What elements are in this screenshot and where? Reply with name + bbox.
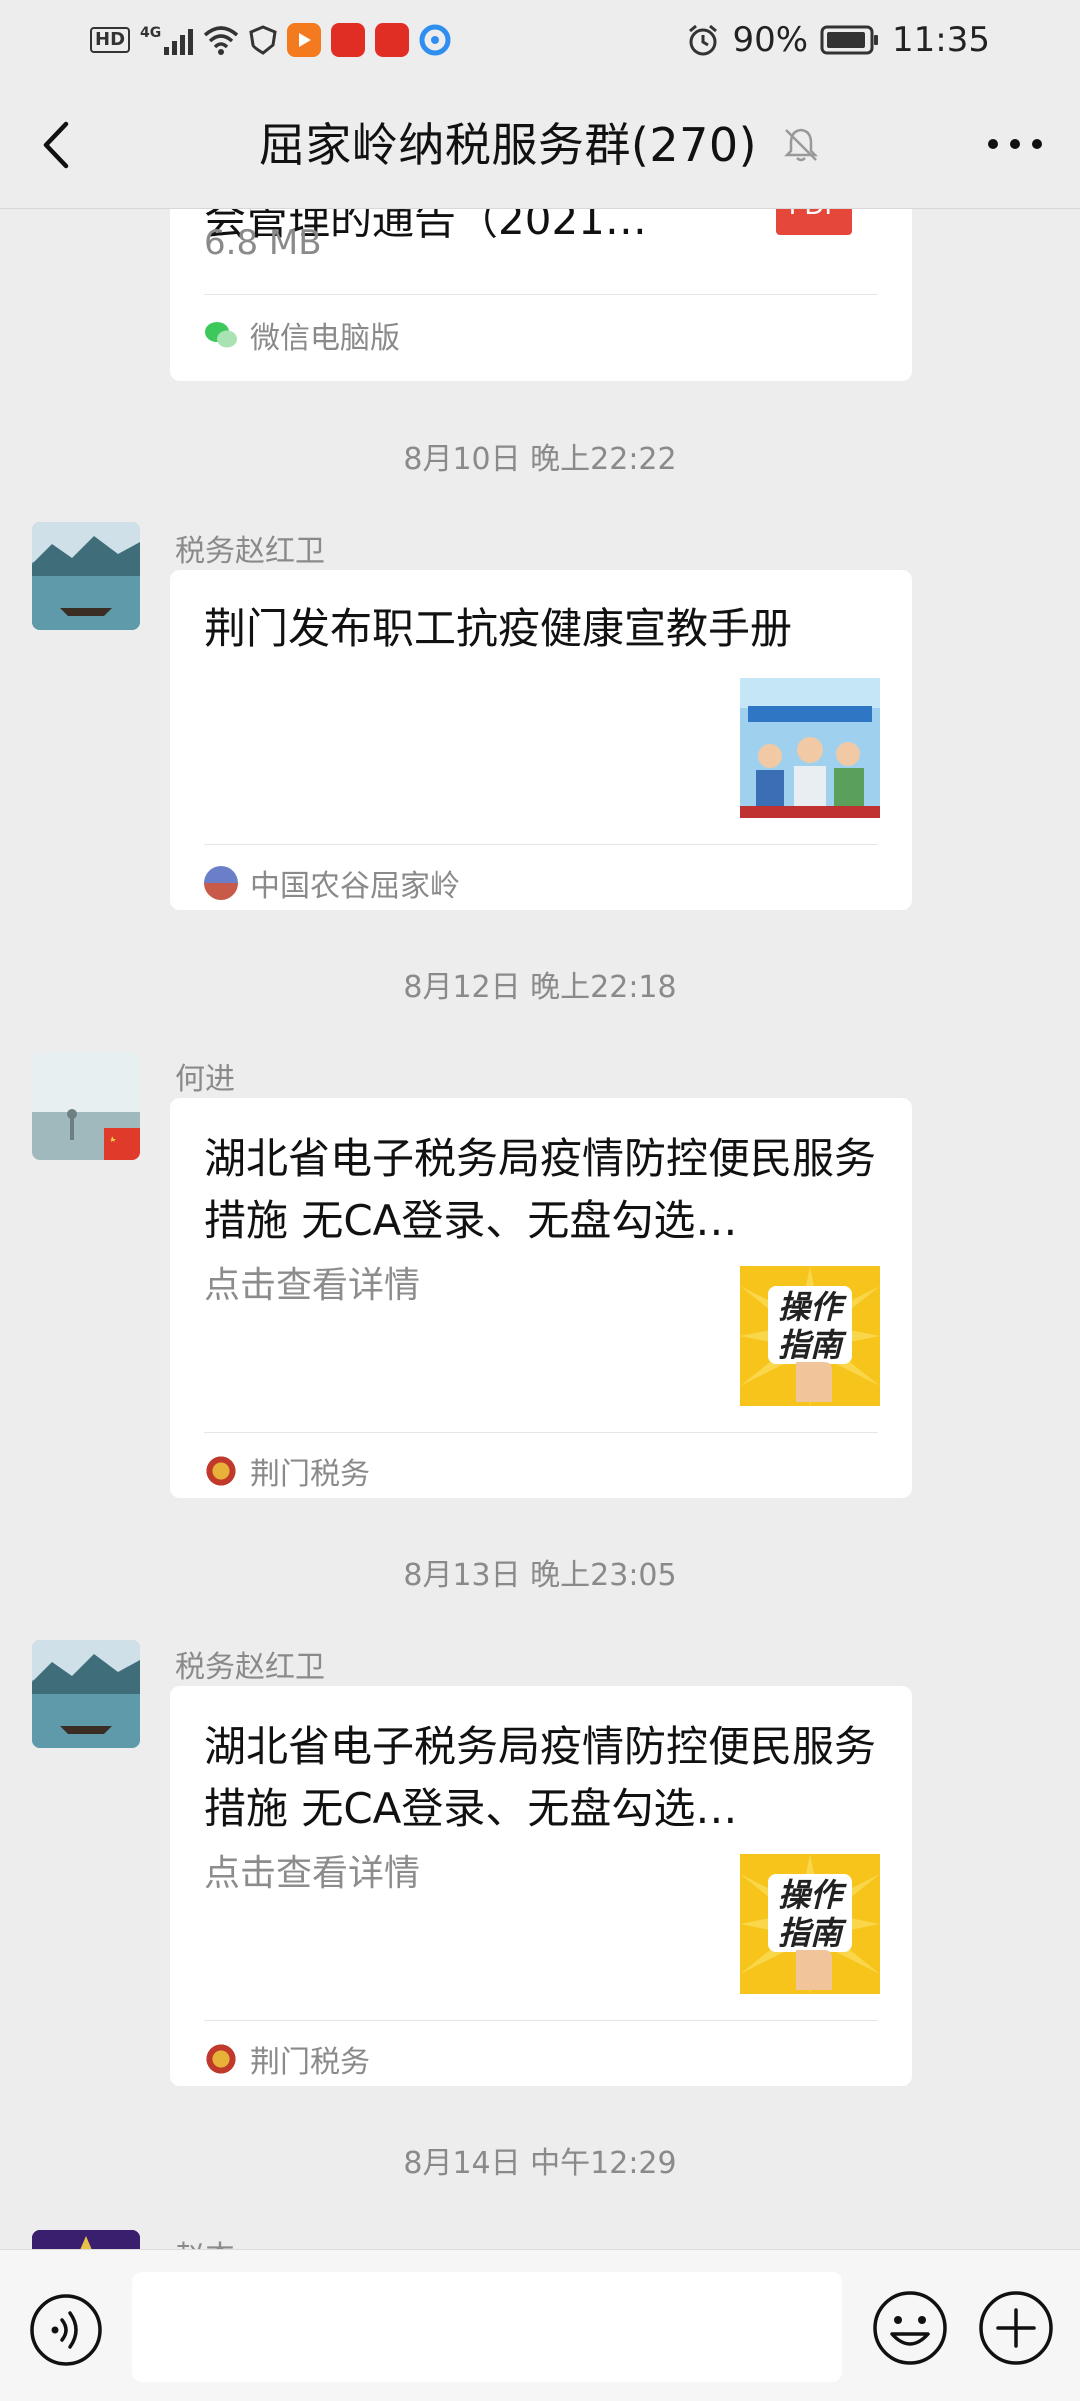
article-title: 荆门发布职工抗疫健康宣教手册 [204, 604, 793, 653]
network-type: 4G [140, 25, 162, 41]
signal-icon: 4G [140, 25, 194, 55]
sender-name: 税务赵红卫 [175, 1650, 325, 1685]
video-app-icon [287, 23, 322, 57]
plus-icon[interactable] [976, 2288, 1056, 2368]
file-size: 6.8 MB [204, 223, 322, 263]
article-description: 点击查看详情 [204, 1265, 421, 1306]
timestamp: 8月12日 晚上22:18 [403, 970, 677, 1005]
guide-thumbnail: 操作 指南 [740, 1266, 880, 1406]
source-label: 荆门税务 [250, 1457, 370, 1492]
status-left: HD 4G [90, 20, 451, 60]
tax-bureau-logo-icon [204, 1454, 238, 1488]
source-label: 微信电脑版 [250, 321, 400, 356]
card-source: 中国农谷屈家岭 [204, 861, 460, 905]
message-input[interactable] [132, 2272, 842, 2382]
card-divider [204, 844, 878, 845]
avatar[interactable] [32, 2230, 140, 2249]
battery-icon [820, 25, 879, 55]
status-right: 90% 11:35 [686, 20, 990, 60]
emoji-icon[interactable] [870, 2288, 950, 2368]
hd-badge: HD [90, 27, 131, 53]
article-title: 湖北省电子税务局疫情防控便民服务措施 无CA登录、无盘勾选… [204, 1134, 877, 1245]
card-source: 荆门税务 [204, 2037, 370, 2081]
card-source: 荆门税务 [204, 1449, 370, 1493]
wifi-icon [204, 26, 239, 55]
vpn-shield-icon [249, 25, 277, 55]
guide-thumbnail: 操作 指南 [740, 1854, 880, 1994]
browser-app-icon [419, 24, 451, 56]
tax-bureau-logo-icon [204, 2042, 238, 2076]
timestamp: 8月13日 晚上23:05 [403, 1558, 677, 1593]
source-label: 荆门税务 [250, 2045, 370, 2080]
chat-title: 屈家岭纳税服务群(270) [258, 118, 758, 172]
article-card[interactable]: 湖北省电子税务局疫情防控便民服务措施 无CA登录、无盘勾选… 点击查看详情 操作… [170, 1098, 912, 1498]
timestamp: 8月10日 晚上22:22 [403, 442, 677, 477]
article-card[interactable]: 荆门发布职工抗疫健康宣教手册 中国农谷屈家岭 [170, 570, 912, 910]
timestamp: 8月14日 中午12:29 [403, 2146, 677, 2181]
article-card[interactable]: 湖北省电子税务局疫情防控便民服务措施 无CA登录、无盘勾选… 点击查看详情 操作… [170, 1686, 912, 2086]
article-description: 点击查看详情 [204, 1853, 421, 1894]
sender-name: 税务赵红卫 [175, 534, 325, 569]
message-list[interactable]: 会管理的通告（2021… 6.8 MB PDF 微信电脑版 8月10日 晚上22… [0, 209, 1080, 2249]
sender-name: 何进 [175, 1062, 235, 1097]
mute-bell-icon [784, 128, 819, 162]
card-divider [204, 294, 878, 295]
clock: 11:35 [892, 20, 990, 60]
avatar[interactable] [32, 1052, 140, 1160]
guide-thumb-text: 操作 指南 [777, 1288, 842, 1364]
avatar[interactable] [32, 1640, 140, 1748]
status-bar: HD 4G 90% 11:35 [0, 0, 1080, 80]
pdf-icon: PDF [776, 209, 852, 235]
chat-title-container: 屈家岭纳税服务群(270) [0, 110, 1080, 180]
alarm-icon [689, 24, 718, 56]
battery-percent: 90% [732, 20, 809, 60]
wechat-icon [205, 322, 237, 348]
input-bar [0, 2249, 1080, 2401]
pinduoduo-icon [331, 23, 366, 57]
article-thumbnail [740, 678, 880, 818]
article-title: 湖北省电子税务局疫情防控便民服务措施 无CA登录、无盘勾选… [204, 1722, 877, 1833]
guide-thumb-text: 操作 指南 [777, 1876, 842, 1952]
source-label: 中国农谷屈家岭 [250, 869, 460, 904]
voice-input-icon[interactable] [28, 2292, 104, 2368]
more-options-icon[interactable] [980, 114, 1050, 174]
pinduoduo-icon-2 [375, 23, 410, 57]
chat-header: 屈家岭纳税服务群(270) [0, 80, 1080, 209]
avatar[interactable] [32, 522, 140, 630]
card-divider [204, 1432, 878, 1433]
sender-name: 赵杰 [175, 2232, 235, 2249]
pdf-badge-label: PDF [789, 209, 840, 221]
account-logo-icon [204, 866, 238, 900]
file-message-card[interactable]: 会管理的通告（2021… 6.8 MB PDF 微信电脑版 [170, 209, 912, 381]
card-source: 微信电脑版 [204, 313, 400, 357]
card-divider [204, 2020, 878, 2021]
